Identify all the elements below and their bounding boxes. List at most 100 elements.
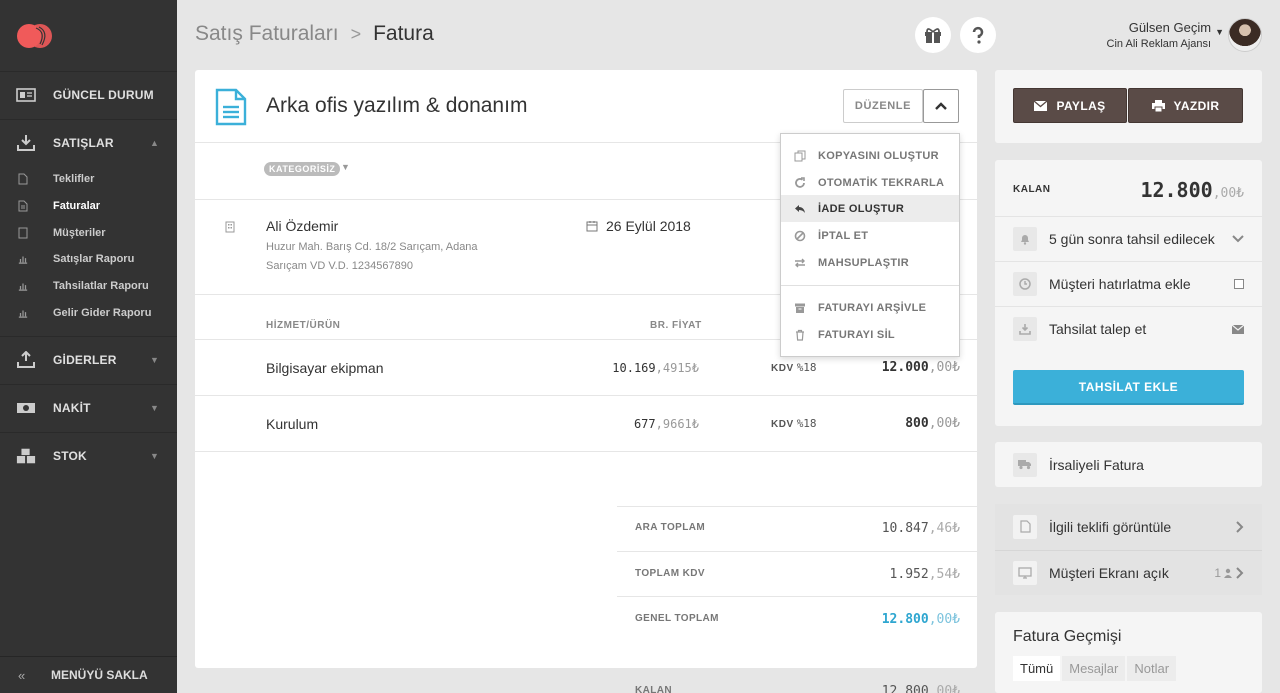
menu-item-label: İPTAL ET (818, 229, 869, 242)
nav-stok[interactable]: STOK ▼ (0, 432, 177, 478)
nav-label: GİDERLER (53, 352, 117, 367)
copy-icon (794, 150, 806, 161)
hide-menu-button[interactable]: « MENÜYÜ SAKLA (0, 656, 177, 693)
edit-button[interactable]: DÜZENLE (843, 89, 923, 123)
caret-down-icon[interactable]: ▼ (341, 162, 350, 172)
print-button[interactable]: YAZDIR (1128, 88, 1243, 123)
tab-all[interactable]: Tümü (1013, 656, 1061, 681)
chevron-down-icon: ▼ (150, 450, 159, 461)
menu-item-cancel[interactable]: İPTAL ET (781, 222, 959, 249)
collection-request-label: Tahsilat talep et (1049, 321, 1147, 337)
chevron-up-icon: ▲ (150, 137, 159, 148)
line-item-name: Bilgisayar ekipman (266, 360, 384, 376)
due-date-row[interactable]: 5 gün sonra tahsil edilecek (995, 216, 1262, 261)
customer-name[interactable]: Ali Özdemir (266, 218, 338, 234)
nav-satislar[interactable]: SATIŞLAR ▲ (0, 119, 177, 165)
viewer-count: 1 (1214, 566, 1244, 580)
customer-reminder-row[interactable]: Müşteri hatırlatma ekle (995, 261, 1262, 306)
more-actions-toggle[interactable] (923, 89, 959, 123)
breadcrumb-parent[interactable]: Satış Faturaları (195, 22, 339, 46)
category-badge[interactable]: KATEGORİSİZ (264, 162, 341, 176)
repeat-icon (795, 176, 805, 188)
customer-reminder-label: Müşteri hatırlatma ekle (1049, 276, 1191, 292)
double-chevron-left-icon: « (18, 667, 26, 683)
menu-item-return[interactable]: İADE OLUŞTUR (781, 195, 959, 222)
menu-item-label: KOPYASINI OLUŞTUR (818, 149, 939, 162)
customer-screen-label: Müşteri Ekranı açık (1049, 565, 1169, 581)
nav-sub-faturalar[interactable]: Faturalar (0, 193, 177, 219)
print-label: YAZDIR (1173, 98, 1220, 113)
chevron-down-icon[interactable] (1232, 235, 1244, 243)
menu-item-label: FATURAYI SİL (818, 328, 895, 341)
hide-menu-label: MENÜYÜ SAKLA (51, 668, 148, 682)
nav-sub-label: Satışlar Raporu (53, 253, 135, 265)
menu-item-label: MAHSUPLAŞTIR (818, 256, 909, 269)
nav-label: GÜNCEL DURUM (53, 87, 154, 102)
total-tax-value: 1.952,54₺ (889, 567, 960, 582)
breadcrumb: Satış Faturaları > Fatura (195, 22, 434, 46)
user-menu[interactable]: Gülsen Geçim Cin Ali Reklam Ajansı ▼ (1107, 18, 1262, 52)
nav-guncel-durum[interactable]: GÜNCEL DURUM (0, 71, 177, 117)
gift-button[interactable] (915, 17, 951, 53)
related-panel: İlgili teklifi görüntüle Müşteri Ekranı … (995, 504, 1262, 595)
nav-nakit[interactable]: NAKİT ▼ (0, 384, 177, 430)
nav-giderler[interactable]: GİDERLER ▼ (0, 336, 177, 382)
user-name: Gülsen Geçim (1128, 20, 1212, 35)
due-date-label: 5 gün sonra tahsil edilecek (1049, 231, 1215, 247)
share-button[interactable]: PAYLAŞ (1013, 88, 1127, 123)
nav-sub-label: Faturalar (53, 200, 101, 212)
remaining-label: KALAN (635, 685, 672, 693)
bell-icon (1013, 227, 1037, 251)
menu-item-label: OTOMATİK TEKRARLA (818, 176, 945, 189)
building-icon (225, 221, 235, 233)
related-quote-row[interactable]: İlgili teklifi görüntüle (995, 504, 1262, 549)
gift-icon (925, 28, 941, 43)
history-title: Fatura Geçmişi (1013, 628, 1122, 645)
collection-request-row[interactable]: Tahsilat talep et (995, 306, 1262, 351)
waybill-row[interactable]: İrsaliyeli Fatura (995, 442, 1262, 487)
app-logo[interactable] (16, 22, 54, 50)
share-label: PAYLAŞ (1056, 98, 1106, 113)
total-tax-label: TOPLAM KDV (635, 568, 705, 579)
nav-sub-gelir-gider-raporu[interactable]: Gelir Gider Raporu (0, 300, 177, 326)
menu-item-archive[interactable]: FATURAYI ARŞİVLE (781, 294, 959, 321)
chevron-down-icon: ▼ (150, 402, 159, 413)
menu-item-offset[interactable]: MAHSUPLAŞTIR (781, 249, 959, 276)
customer-screen-row[interactable]: Müşteri Ekranı açık 1 (995, 550, 1262, 595)
envelope-icon[interactable] (1232, 324, 1244, 334)
menu-item-repeat[interactable]: OTOMATİK TEKRARLA (781, 169, 959, 196)
nav-sub-teklifler[interactable]: Teklifler (0, 166, 177, 192)
subtotal-value: 10.847,46₺ (881, 521, 960, 536)
history-tabs: Tümü Mesajlar Notlar (1013, 656, 1178, 681)
newspaper-icon (16, 87, 36, 102)
line-item-price: 10.169,4915₺ (612, 361, 699, 375)
tab-messages[interactable]: Mesajlar (1062, 656, 1126, 681)
add-collection-button[interactable]: TAHSİLAT EKLE (1013, 370, 1244, 405)
menu-item-copy[interactable]: KOPYASINI OLUŞTUR (781, 142, 959, 169)
customer-tax-info: Sarıçam VD V.D. 1234567890 (266, 260, 413, 272)
remaining-value: 12.800,00₺ (881, 684, 960, 693)
nav-sub-tahsilatlar-raporu[interactable]: Tahsilatlar Raporu (0, 273, 177, 299)
breadcrumb-separator: > (350, 23, 362, 44)
reminder-checkbox[interactable] (1234, 279, 1244, 289)
line-item-tax: KDV %18 (771, 417, 817, 430)
help-button[interactable] (960, 17, 996, 53)
nav-label: NAKİT (53, 400, 91, 415)
chevron-up-icon (935, 102, 947, 110)
related-quote-label: İlgili teklifi görüntüle (1049, 518, 1172, 535)
nav-sub-satislar-raporu[interactable]: Satışlar Raporu (0, 246, 177, 272)
line-item-tax: KDV %18 (771, 361, 817, 374)
nav-sub-label: Müşteriler (53, 227, 106, 239)
archive-icon (795, 303, 805, 313)
avatar[interactable] (1228, 18, 1262, 52)
tab-notes[interactable]: Notlar (1127, 656, 1177, 681)
menu-item-label: İADE OLUŞTUR (818, 202, 905, 215)
envelope-icon (1034, 100, 1048, 111)
history-panel: Fatura Geçmişi Tümü Mesajlar Notlar (995, 612, 1262, 693)
menu-item-delete[interactable]: FATURAYI SİL (781, 321, 959, 348)
nav-sub-musteriler[interactable]: Müşteriler (0, 220, 177, 246)
column-header-unit-price: BR. FİYAT (650, 320, 702, 331)
grand-total-value: 12.800,00₺ (881, 612, 960, 627)
waybill-label: İrsaliyeli Fatura (1049, 456, 1144, 473)
download-tray-icon (17, 134, 35, 151)
